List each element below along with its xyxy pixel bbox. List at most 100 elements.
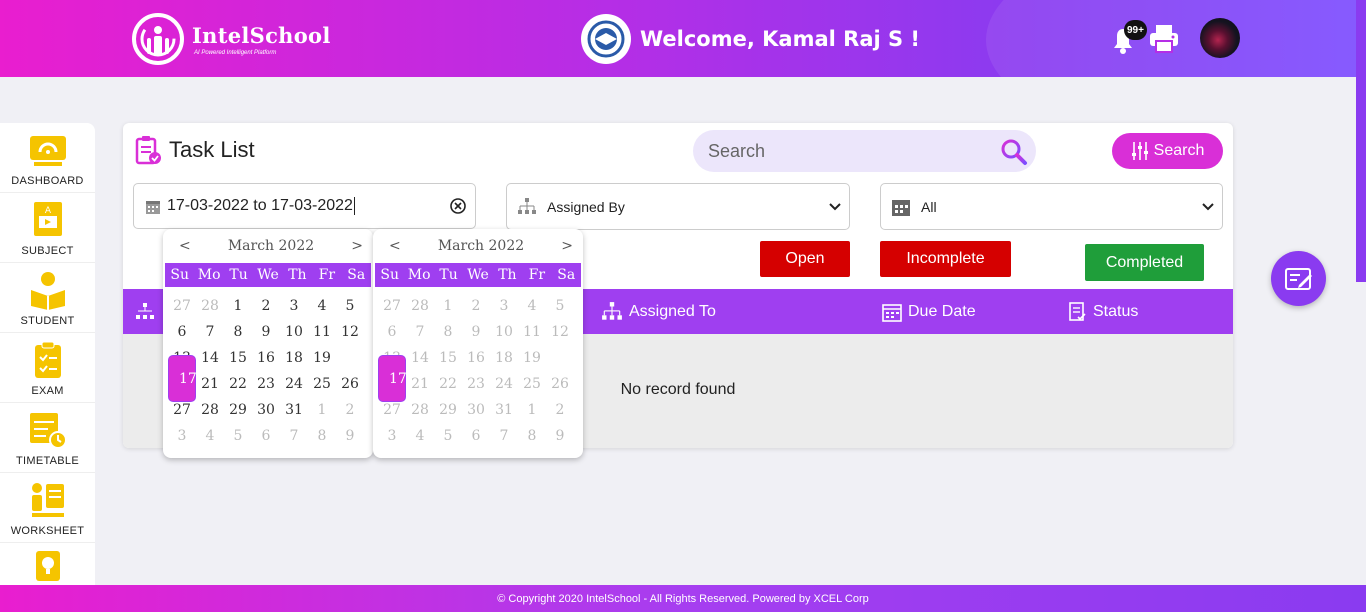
calendar-day[interactable]: 21	[196, 373, 224, 399]
sidebar-item-subject[interactable]: A SUBJECT	[0, 193, 95, 263]
calendar-day-selected[interactable]: 17	[378, 355, 407, 402]
calendar-day[interactable]: 3	[168, 425, 196, 451]
calendar-day[interactable]: 5	[434, 425, 462, 451]
calendar-day[interactable]: 3	[280, 295, 308, 321]
calendar-day[interactable]: 9	[462, 321, 490, 347]
calendar-day[interactable]: 27	[378, 295, 406, 321]
calendar-day[interactable]: 1	[434, 295, 462, 321]
calendar-day[interactable]: 8	[224, 321, 252, 347]
search-field[interactable]	[693, 130, 1036, 172]
calendar-day[interactable]: 5	[546, 295, 574, 321]
status-filter-select[interactable]: All	[880, 183, 1223, 230]
calendar-day[interactable]: 27	[168, 399, 196, 425]
completed-filter-button[interactable]: Completed	[1085, 244, 1204, 281]
calendar-day[interactable]: 12	[336, 321, 364, 347]
calendar-day[interactable]: 31	[490, 399, 518, 425]
next-month-button[interactable]: >	[561, 238, 573, 254]
calendar-day[interactable]: 8	[308, 425, 336, 451]
calendar-day[interactable]: 23	[252, 373, 280, 399]
prev-month-button[interactable]: <	[179, 238, 191, 254]
calendar-day-selected[interactable]: 17	[168, 355, 197, 402]
calendar-day[interactable]: 6	[252, 425, 280, 451]
calendar-day[interactable]: 9	[252, 321, 280, 347]
calendar-day[interactable]: 1	[224, 295, 252, 321]
sidebar-item-timetable[interactable]: TIMETABLE	[0, 403, 95, 473]
user-avatar[interactable]	[1200, 18, 1240, 58]
calendar-day[interactable]: 5	[336, 295, 364, 321]
calendar-day[interactable]: 12	[546, 321, 574, 347]
calendar-day[interactable]: 26	[336, 373, 364, 399]
brand-logo[interactable]: IntelSchool AI Powered Intelligent Platf…	[128, 12, 331, 66]
calendar-day[interactable]: 19	[308, 347, 336, 373]
advanced-search-button[interactable]: Search	[1112, 133, 1223, 169]
calendar-day[interactable]: 21	[406, 373, 434, 399]
calendar-day[interactable]: 24	[280, 373, 308, 399]
date-range-input[interactable]: 17-03-2022 to 17-03-2022	[133, 183, 476, 229]
sidebar-item-student[interactable]: STUDENT	[0, 263, 95, 333]
calendar-day[interactable]: 27	[168, 295, 196, 321]
calendar-day[interactable]: 19	[518, 347, 546, 373]
calendar-day[interactable]: 28	[196, 399, 224, 425]
calendar-day[interactable]: 25	[308, 373, 336, 399]
calendar-day[interactable]: 11	[308, 321, 336, 347]
calendar-day[interactable]: 15	[434, 347, 462, 373]
search-icon[interactable]	[1000, 138, 1028, 166]
calendar-day[interactable]: 14	[196, 347, 224, 373]
calendar-day[interactable]: 27	[378, 399, 406, 425]
calendar-day[interactable]: 4	[406, 425, 434, 451]
calendar-day[interactable]: 6	[168, 321, 196, 347]
calendar-day[interactable]: 22	[434, 373, 462, 399]
search-input[interactable]	[708, 140, 988, 162]
calendar-day[interactable]: 7	[196, 321, 224, 347]
calendar-day[interactable]: 22	[224, 373, 252, 399]
calendar-day[interactable]: 8	[434, 321, 462, 347]
calendar-day[interactable]: 2	[462, 295, 490, 321]
calendar-day[interactable]: 24	[490, 373, 518, 399]
calendar-day[interactable]: 4	[196, 425, 224, 451]
sidebar-item-worksheet[interactable]: WORKSHEET	[0, 473, 95, 543]
sidebar-item-dashboard[interactable]: DASHBOARD	[0, 123, 95, 193]
calendar-day[interactable]: 28	[196, 295, 224, 321]
calendar-day[interactable]: 16	[252, 347, 280, 373]
calendar-day[interactable]: 1	[308, 399, 336, 425]
notifications-button[interactable]: 99+	[1108, 18, 1147, 58]
clear-icon[interactable]	[449, 197, 467, 215]
calendar-day[interactable]: 9	[546, 425, 574, 451]
incomplete-filter-button[interactable]: Incomplete	[880, 241, 1011, 277]
scrollbar[interactable]	[1356, 0, 1366, 282]
calendar-day[interactable]: 31	[280, 399, 308, 425]
calendar-day[interactable]: 16	[462, 347, 490, 373]
calendar-day[interactable]: 29	[434, 399, 462, 425]
calendar-day[interactable]: 7	[280, 425, 308, 451]
calendar-day[interactable]: 6	[378, 321, 406, 347]
calendar-day[interactable]: 9	[336, 425, 364, 451]
column-header-due-date[interactable]: Due Date	[882, 289, 976, 334]
calendar-day[interactable]: 30	[252, 399, 280, 425]
sidebar-item-exam[interactable]: EXAM	[0, 333, 95, 403]
calendar-day[interactable]: 7	[490, 425, 518, 451]
calendar-day[interactable]: 2	[252, 295, 280, 321]
calendar-day[interactable]: 28	[406, 295, 434, 321]
calendar-day[interactable]: 30	[462, 399, 490, 425]
column-header-assigned-to[interactable]: Assigned To	[601, 289, 716, 334]
calendar-day[interactable]: 15	[224, 347, 252, 373]
calendar-day[interactable]: 28	[406, 399, 434, 425]
calendar-day[interactable]: 1	[518, 399, 546, 425]
printer-icon[interactable]	[1148, 22, 1180, 54]
column-header-status[interactable]: Status	[1069, 289, 1138, 334]
calendar-day[interactable]: 3	[490, 295, 518, 321]
calendar-day[interactable]: 6	[462, 425, 490, 451]
sidebar-item-more[interactable]	[0, 543, 95, 585]
calendar-day[interactable]: 18	[490, 347, 518, 373]
floating-note-button[interactable]	[1271, 251, 1326, 306]
calendar-day[interactable]: 2	[336, 399, 364, 425]
open-filter-button[interactable]: Open	[760, 241, 850, 277]
calendar-day[interactable]: 23	[462, 373, 490, 399]
calendar-day[interactable]: 4	[308, 295, 336, 321]
calendar-day[interactable]: 3	[378, 425, 406, 451]
calendar-day[interactable]: 5	[224, 425, 252, 451]
calendar-day[interactable]: 11	[518, 321, 546, 347]
calendar-day[interactable]: 10	[490, 321, 518, 347]
prev-month-button[interactable]: <	[389, 238, 401, 254]
calendar-day[interactable]: 18	[280, 347, 308, 373]
